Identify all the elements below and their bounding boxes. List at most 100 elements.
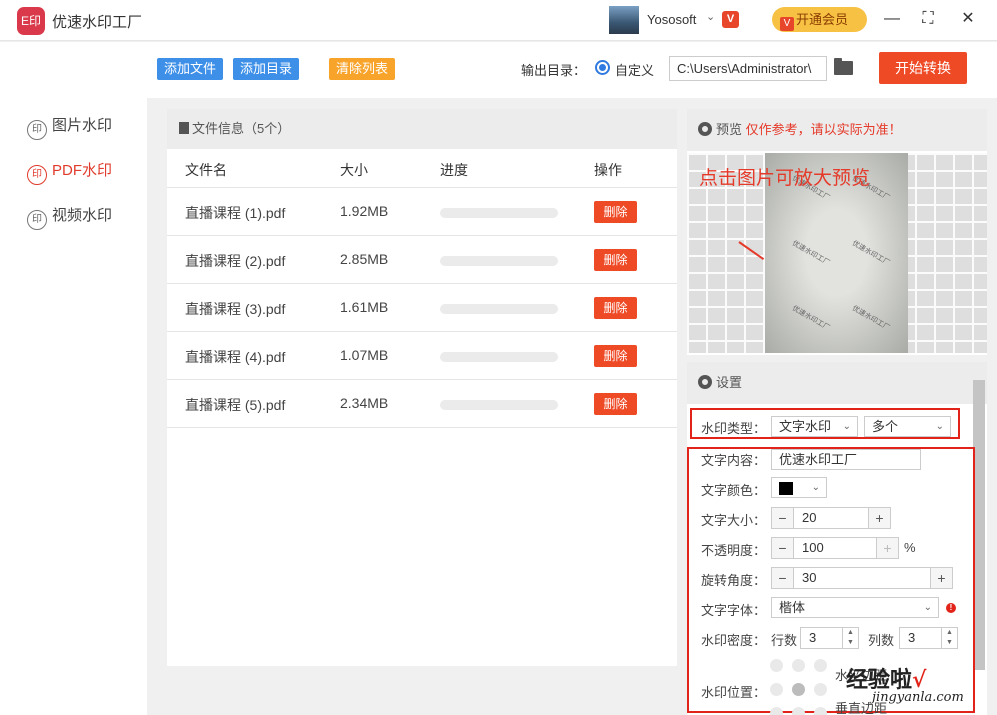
doc-watermark: 优速水印工厂 [850, 239, 891, 267]
watermark-mode-select[interactable]: 多个 ⌄ [864, 416, 951, 437]
position-dot[interactable] [814, 683, 827, 696]
preview-header: 预览 仅作参考，请以实际为准！ [687, 109, 987, 151]
delete-button[interactable]: 删除 [594, 249, 637, 271]
spinner-arrows-icon[interactable]: ▲ ▼ [941, 628, 957, 648]
progress-bar [440, 400, 558, 410]
delete-button[interactable]: 删除 [594, 345, 637, 367]
rows-spinner[interactable]: 3 ▲ ▼ [800, 627, 859, 649]
file-name: 直播课程 (4).pdf [185, 349, 286, 365]
minus-icon[interactable]: − [772, 568, 794, 588]
doc-watermark: 优速水印工厂 [850, 304, 891, 332]
delete-button[interactable]: 删除 [594, 297, 637, 319]
watermark-type-label: 水印类型： [701, 421, 767, 436]
progress-bar [440, 208, 558, 218]
position-dot[interactable] [770, 659, 783, 672]
add-file-button[interactable]: 添加文件 [157, 58, 224, 80]
chevron-down-icon[interactable]: ⌄ [706, 10, 715, 23]
spinner-arrows-icon[interactable]: ▲ ▼ [842, 628, 858, 648]
clear-list-button[interactable]: 清除列表 [329, 58, 396, 80]
cols-spinner[interactable]: 3 ▲ ▼ [899, 627, 958, 649]
start-convert-button[interactable]: 开始转换 [879, 52, 967, 84]
add-folder-button[interactable]: 添加目录 [233, 58, 300, 80]
sidebar-item-video-watermark[interactable]: 印视频水印 [27, 204, 112, 230]
position-dot[interactable] [792, 659, 805, 672]
toolbar: 添加文件 添加目录 清除列表 输出目录： 自定义 C:\Users\Admini… [147, 42, 997, 98]
chevron-down-icon: ⌄ [811, 482, 820, 493]
custom-radio[interactable] [595, 60, 610, 75]
site-watermark-url: jingyanla.com [872, 690, 964, 705]
settings-header: 设置 [687, 362, 987, 404]
minimize-button[interactable]: — [880, 8, 904, 30]
position-dot[interactable] [814, 659, 827, 672]
cols-value: 3 [908, 630, 916, 645]
plus-icon[interactable]: + [930, 568, 952, 588]
sidebar-item-label: 图片水印 [52, 117, 113, 134]
position-dot[interactable] [792, 707, 805, 715]
sidebar-item-image-watermark[interactable]: 印图片水印 [27, 114, 113, 140]
user-avatar[interactable] [609, 6, 639, 34]
column-header-action: 操作 [594, 162, 622, 178]
watermark-type-select[interactable]: 文字水印 ⌄ [771, 416, 858, 437]
maximize-button[interactable]: ⛶ [916, 8, 940, 30]
file-name: 直播课程 (5).pdf [185, 397, 286, 413]
text-color-label: 文字颜色： [701, 483, 767, 498]
text-content-label: 文字内容： [701, 453, 767, 468]
file-size: 2.34MB [340, 395, 389, 411]
table-row: 直播课程 (3).pdf 1.61MB 删除 [167, 284, 677, 332]
file-info-title: 文件信息（5个） [192, 121, 291, 136]
preview-image[interactable]: 优速水印工厂 优速水印工厂 优速水印工厂 优速水印工厂 优速水印工厂 优速水印工… [687, 153, 987, 353]
delete-button[interactable]: 删除 [594, 201, 637, 223]
watermark-icon: 印 [27, 165, 47, 185]
color-swatch [779, 482, 793, 495]
file-size: 1.07MB [340, 347, 389, 363]
custom-radio-label[interactable]: 自定义 [615, 60, 654, 79]
text-size-label: 文字大小： [701, 513, 767, 528]
font-label: 文字字体： [701, 603, 767, 618]
rows-value: 3 [809, 630, 817, 645]
rotation-label: 旋转角度： [701, 573, 767, 588]
text-size-stepper[interactable]: −20 + [771, 507, 891, 529]
folder-icon[interactable] [834, 58, 853, 75]
minus-icon[interactable]: − [772, 538, 794, 558]
table-row: 直播课程 (4).pdf 1.07MB 删除 [167, 332, 677, 380]
gear-icon [698, 375, 712, 389]
position-dot-center[interactable] [792, 683, 805, 696]
position-dot[interactable] [770, 683, 783, 696]
minus-icon[interactable]: − [772, 508, 794, 528]
output-path-input[interactable]: C:\Users\Administrator\ [669, 56, 827, 81]
sidebar-item-pdf-watermark[interactable]: 印 PDF水印 [27, 159, 112, 185]
text-content-input[interactable]: 优速水印工厂 [771, 449, 921, 470]
watermark-mode-value: 多个 [872, 419, 899, 434]
opacity-stepper[interactable]: −100 + [771, 537, 899, 559]
column-header-name: 文件名 [185, 162, 227, 178]
position-dot[interactable] [770, 707, 783, 715]
file-size: 2.85MB [340, 251, 389, 267]
delete-button[interactable]: 删除 [594, 393, 637, 415]
preview-title: 预览 [716, 122, 743, 137]
font-select[interactable]: 楷体 ⌄ [771, 597, 939, 618]
rotation-value: 30 [802, 570, 817, 585]
open-vip-label: 开通会员 [796, 12, 849, 27]
position-dot[interactable] [814, 707, 827, 715]
opacity-unit: % [904, 540, 916, 555]
column-header-size: 大小 [340, 162, 368, 178]
progress-bar [440, 352, 558, 362]
plus-icon[interactable]: + [876, 538, 898, 558]
density-label: 水印密度： [701, 633, 767, 648]
doc-watermark: 优速水印工厂 [790, 304, 831, 332]
preview-hint: 点击图片可放大预览 [699, 168, 871, 189]
column-header-progress: 进度 [440, 162, 468, 178]
username[interactable]: Yososoft [647, 12, 696, 27]
preview-panel: 预览 仅作参考，请以实际为准！ 优速水印工厂 优速水印工厂 优速水印工厂 优速水… [687, 109, 987, 355]
rotation-stepper[interactable]: −30 + [771, 567, 953, 589]
vip-icon: V [780, 17, 794, 31]
file-name: 直播课程 (3).pdf [185, 301, 286, 317]
app-title: 优速水印工厂 [52, 14, 143, 31]
vip-badge-icon: V [722, 11, 739, 28]
arrow-icon [738, 241, 765, 261]
open-vip-button[interactable]: V 开通会员 [772, 7, 867, 32]
plus-icon[interactable]: + [868, 508, 890, 528]
close-button[interactable]: ✕ [956, 8, 980, 30]
title-bar: E印 优速水印工厂 Yososoft ⌄ V V 开通会员 — ⛶ ✕ [0, 0, 997, 41]
settings-title: 设置 [716, 375, 743, 390]
